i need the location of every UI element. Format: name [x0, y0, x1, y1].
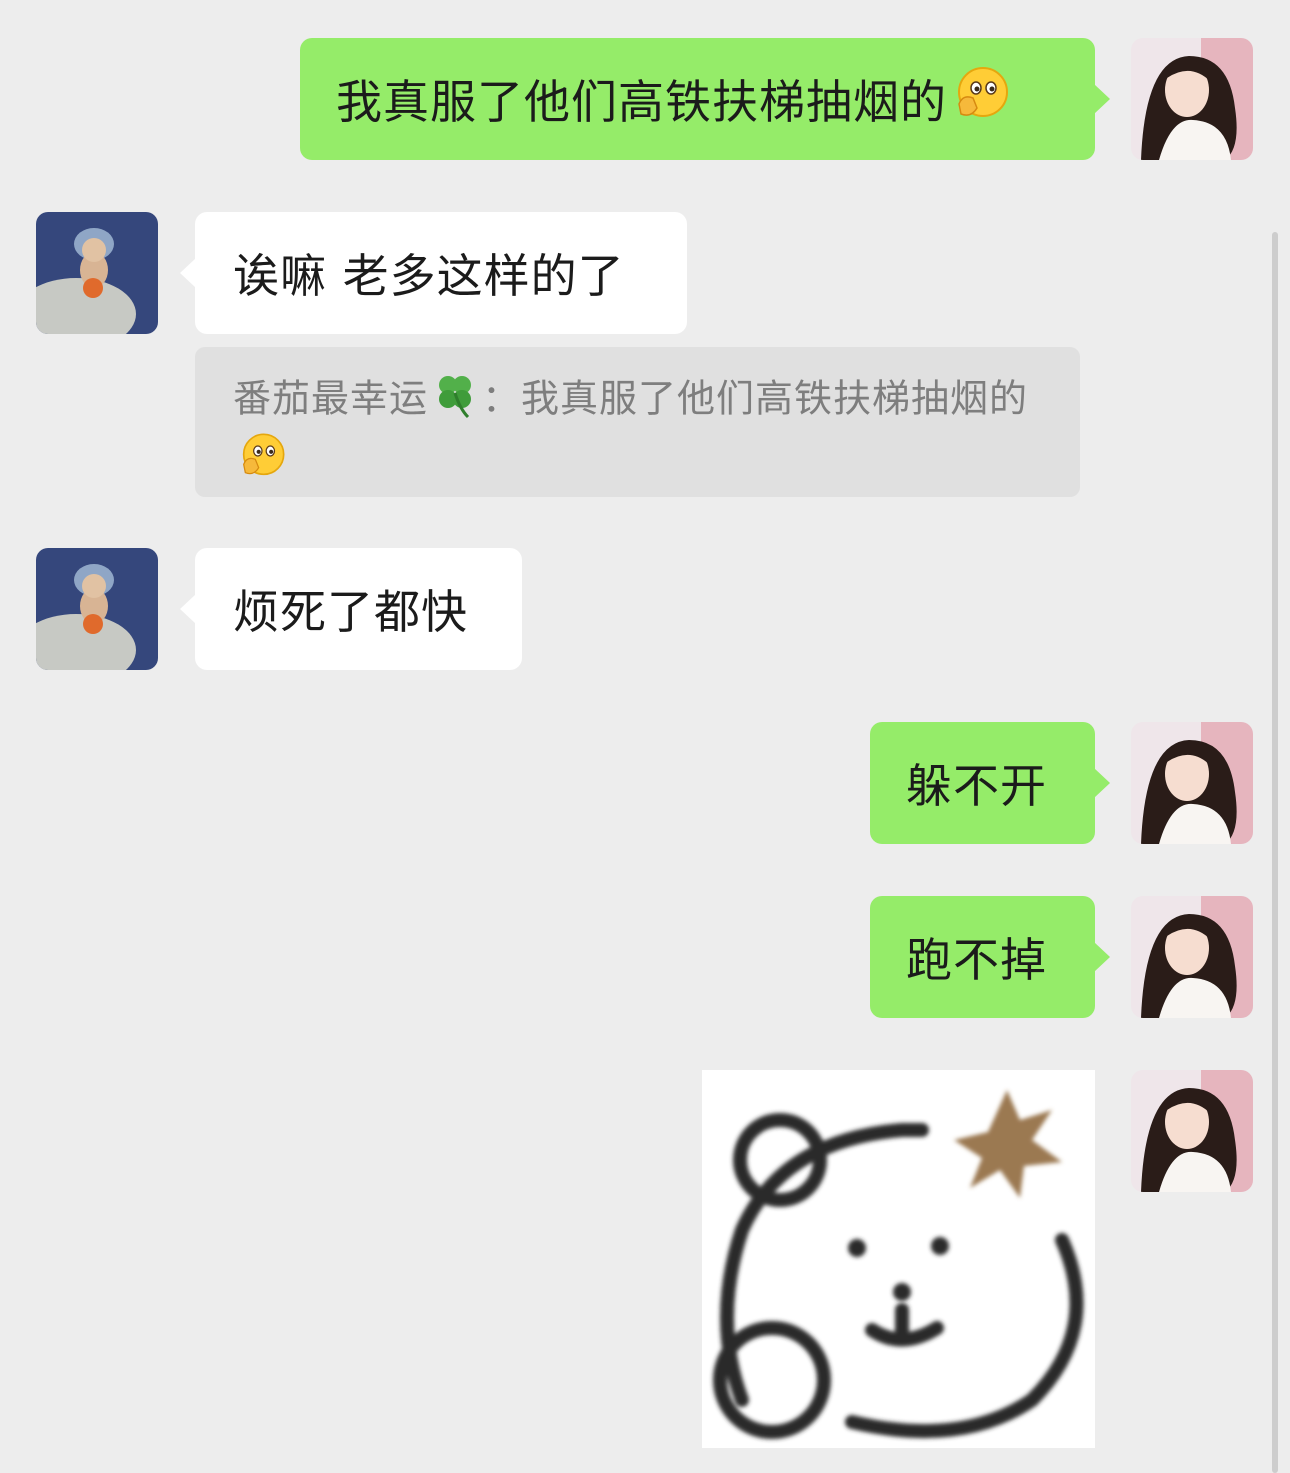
message-bubble-outgoing[interactable]: 躲不开: [870, 722, 1110, 844]
avatar-me[interactable]: [1131, 38, 1253, 160]
avatar-other[interactable]: [36, 548, 158, 670]
hand-over-mouth-emoji-icon: [951, 64, 1011, 135]
avatar-me[interactable]: [1131, 1070, 1253, 1192]
message-bubble-incoming[interactable]: 烦死了都快: [180, 548, 522, 670]
message-text: 躲不开: [906, 759, 1047, 813]
message-text: 诶嘛 老多这样的了: [233, 249, 625, 303]
scrollbar[interactable]: [1272, 232, 1278, 1473]
avatar-other[interactable]: [36, 212, 158, 334]
message-bubble-outgoing[interactable]: 我真服了他们高铁扶梯抽烟的: [300, 38, 1110, 160]
message-bubble-outgoing[interactable]: 跑不掉: [870, 896, 1110, 1018]
avatar-me[interactable]: [1131, 896, 1253, 1018]
angry-bear-sticker[interactable]: [702, 1070, 1095, 1448]
quote-separator: ：: [482, 376, 522, 421]
quote-text: 我真服了他们高铁扶梯抽烟的: [521, 376, 1029, 421]
message-bubble-incoming[interactable]: 诶嘛 老多这样的了: [180, 212, 687, 334]
message-text: 跑不掉: [906, 933, 1047, 987]
hand-over-mouth-emoji-icon: [237, 431, 287, 493]
four-leaf-clover-icon: [430, 371, 482, 431]
message-text: 我真服了他们高铁扶梯抽烟的: [336, 75, 947, 129]
avatar-me[interactable]: [1131, 722, 1253, 844]
quoted-message[interactable]: 番茄最幸运 ：我真服了他们高铁扶梯抽烟的: [195, 347, 1080, 497]
message-text: 烦死了都快: [233, 585, 468, 639]
quote-sender-name: 番茄最幸运: [233, 376, 429, 421]
